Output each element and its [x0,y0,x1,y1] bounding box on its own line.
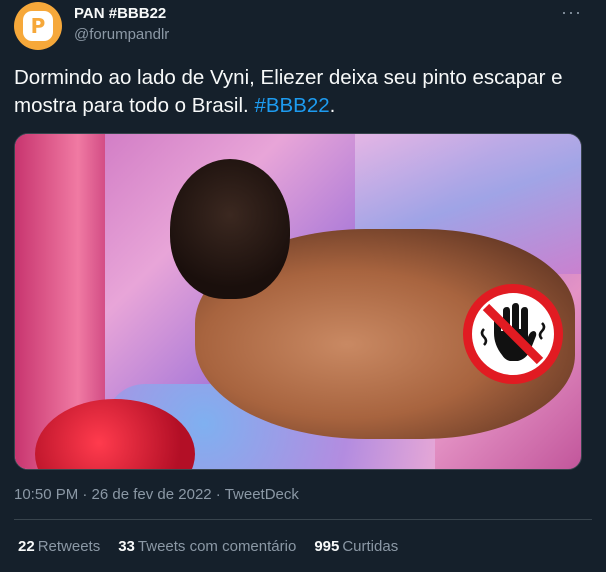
retweets-label: Retweets [37,538,101,555]
pan-logo-icon: P [23,11,53,41]
quotes-stat[interactable]: 33 Tweets com comentário [118,538,296,555]
tweet: P PAN #BBB22 @forumpandlr ··· Dormindo a… [0,0,606,572]
quotes-count: 33 [118,538,135,555]
author-handle[interactable]: @forumpandlr [74,26,169,43]
tweet-media[interactable] [14,133,582,470]
retweets-count: 22 [18,538,35,555]
tweet-trailing: . [329,94,336,117]
author-name[interactable]: PAN #BBB22 [74,5,166,22]
hashtag-link[interactable]: #BBB22 [254,94,329,117]
media-person [170,159,290,299]
retweets-stat[interactable]: 22 Retweets [18,538,100,555]
more-options-icon[interactable]: ··· [561,2,582,23]
tweet-timestamp[interactable]: 10:50 PM · 26 de fev de 2022 · TweetDeck [14,486,299,503]
no-touch-hand-icon [463,284,563,384]
tweet-text: Dormindo ao lado de Vyni, Eliezer deixa … [14,64,574,120]
likes-count: 995 [314,538,340,555]
likes-stat[interactable]: 995 Curtidas [314,538,398,555]
no-touch-hand-glyph [480,303,546,365]
avatar[interactable]: P [14,2,62,50]
quotes-label: Tweets com comentário [137,538,297,555]
likes-label: Curtidas [342,538,399,555]
tweet-stats: 22 Retweets 33 Tweets com comentário 995 Cu… [18,538,398,555]
divider [14,519,592,520]
